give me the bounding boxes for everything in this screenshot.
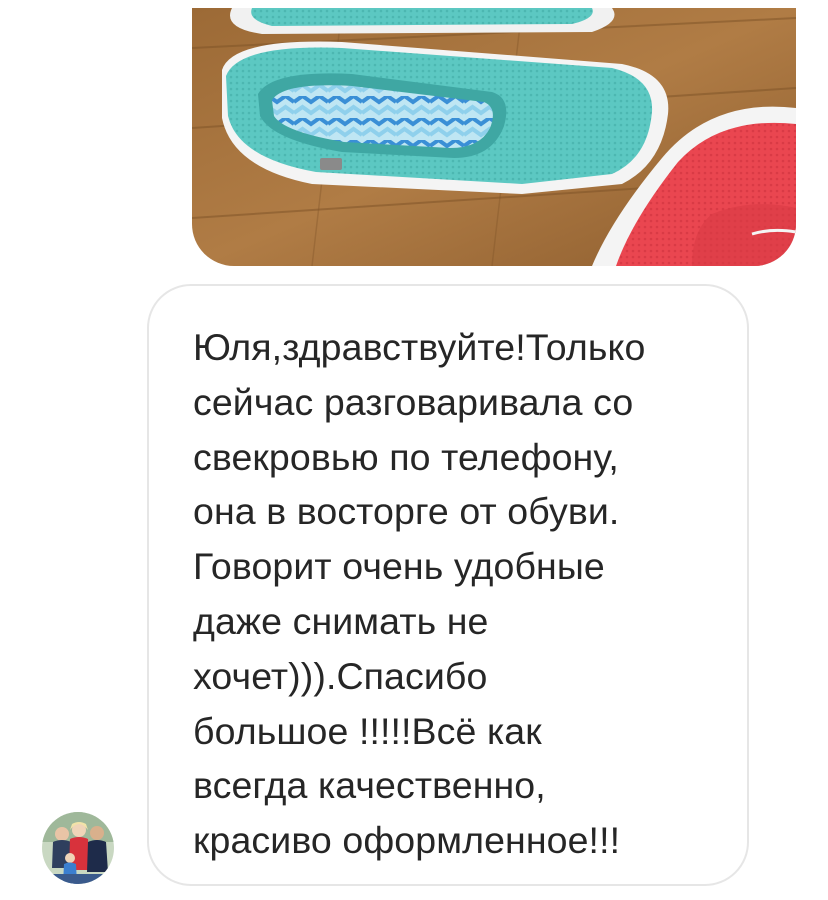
- message-line: Юля,здравствуйте!Только: [193, 326, 646, 368]
- shoe-photo-image: [192, 8, 796, 266]
- message-bubble[interactable]: Юля,здравствуйте!Только сейчас разговари…: [147, 284, 749, 886]
- message-line: всегда качественно,: [193, 764, 546, 807]
- message-text: Юля,здравствуйте!Только сейчас разговари…: [193, 320, 707, 868]
- message-line: даже снимать не: [193, 599, 489, 642]
- message-line: большое !!!!!Всё как: [193, 709, 542, 752]
- message-line: свекровью по телефону,: [193, 435, 619, 478]
- message-line: она в восторге от обуви.: [193, 490, 620, 533]
- sender-avatar[interactable]: [42, 812, 114, 884]
- family-photo-icon: [42, 812, 114, 884]
- message-line: сейчас разговаривала со: [193, 380, 634, 423]
- message-line: красиво оформленное!!!: [193, 819, 621, 862]
- message-line: Говорит очень удобные: [193, 545, 605, 588]
- chat-thread: Юля,здравствуйте!Только сейчас разговари…: [0, 0, 828, 900]
- message-line: хочет))).Спасибо: [193, 654, 488, 697]
- photo-message[interactable]: [192, 8, 796, 266]
